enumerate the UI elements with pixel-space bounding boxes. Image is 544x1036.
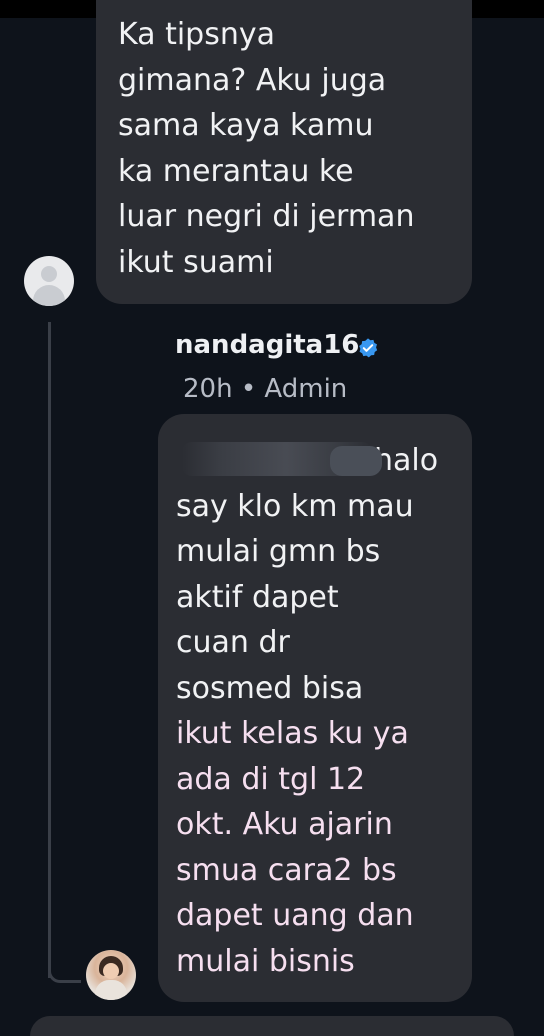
default-avatar-icon[interactable]	[24, 256, 74, 306]
reply-line: ikut kelas ku ya	[176, 716, 409, 751]
comment-bubble[interactable]: Ka tipsnya gimana? Aku juga sama kaya ka…	[96, 0, 472, 304]
next-comment-edge	[30, 1016, 514, 1036]
reply-line: aktif dapet	[176, 579, 339, 615]
comment-line: ikut suami	[118, 244, 274, 280]
reply-line: smua cara2 bs	[176, 852, 397, 888]
reply-author-name[interactable]: nandagita16	[175, 330, 359, 360]
redacted-mention-end	[330, 446, 382, 476]
reply-line: mulai bisnis	[176, 943, 355, 979]
avatar-body	[95, 980, 127, 1000]
comment-line: luar negri di jerman	[118, 199, 415, 234]
comment-line: gimana? Aku juga	[118, 62, 387, 98]
avatar-shoulders	[33, 285, 65, 306]
reply-bubble[interactable]: halo say klo km mau mulai gmn bs aktif d…	[158, 414, 472, 1002]
reply-meta: 20h • Admin	[183, 374, 348, 404]
comment-text: Ka tipsnya gimana? Aku juga sama kaya ka…	[118, 12, 414, 285]
reply-line: say klo km mau	[176, 488, 414, 524]
reply-text: halo say klo km mau mulai gmn bs aktif d…	[176, 438, 438, 984]
verified-badge-icon	[359, 338, 378, 358]
reply-line: mulai gmn bs	[176, 534, 381, 569]
reply-line: dapet uang dan	[176, 898, 414, 933]
reply-line: cuan dr	[176, 625, 290, 660]
reply-line: ada di tgl 12	[176, 761, 366, 797]
thread-line	[48, 322, 51, 978]
comment-line: sama kaya kamu	[118, 108, 374, 143]
comment-line: Ka tipsnya	[118, 17, 275, 52]
thread-connector	[48, 954, 81, 983]
reply-avatar[interactable]	[86, 950, 136, 1000]
reply-line: okt. Aku ajarin	[176, 807, 393, 842]
reply-line: sosmed bisa	[176, 670, 364, 706]
comment-line: ka merantau ke	[118, 153, 354, 189]
avatar-head	[41, 266, 57, 282]
avatar-face	[103, 963, 119, 979]
